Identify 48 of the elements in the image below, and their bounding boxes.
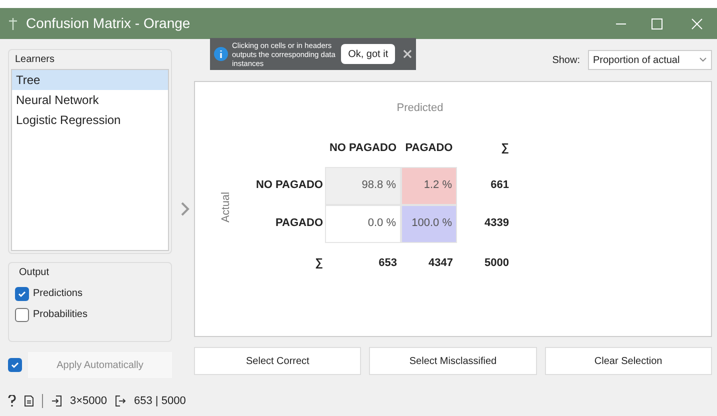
predicted-label: Predicted: [396, 101, 444, 116]
action-button[interactable]: Select Misclassified: [369, 347, 537, 375]
learner-item[interactable]: Neural Network: [12, 90, 168, 110]
matrix-cell[interactable]: 98.8 %: [325, 166, 401, 204]
checkbox-label: Probabilities: [33, 308, 88, 322]
check-icon: [17, 288, 27, 298]
chevron-right-icon[interactable]: [180, 201, 190, 217]
matrix-cell[interactable]: 0.0 %: [325, 204, 401, 242]
column-header[interactable]: PAGADO: [401, 140, 457, 157]
show-label: Show:: [552, 54, 580, 68]
matrix-cell[interactable]: 100.0 %: [401, 204, 457, 242]
column-header[interactable]: NO PAGADO: [325, 140, 401, 157]
column-total: 653: [378, 256, 398, 272]
check-icon: [10, 360, 20, 370]
ok-button[interactable]: Ok, got it: [341, 44, 396, 64]
matrix-cell[interactable]: 1.2 %: [401, 166, 457, 204]
info-icon: [214, 47, 228, 61]
row-header[interactable]: NO PAGADO: [237, 177, 325, 194]
output-summary: 653 | 5000: [134, 394, 186, 409]
row-header[interactable]: PAGADO: [237, 215, 325, 232]
row-total: 4339: [484, 216, 510, 232]
checkbox-label: Predictions: [33, 287, 82, 301]
column-total: 5000: [484, 256, 510, 272]
chevron-down-icon: [699, 57, 707, 63]
maximize-icon[interactable]: [651, 18, 663, 30]
help-icon[interactable]: [8, 395, 16, 407]
output-icon: [115, 395, 126, 407]
checkbox[interactable]: [8, 358, 22, 372]
row-total: 661: [490, 178, 510, 194]
input-summary: 3×5000: [70, 394, 108, 409]
action-button[interactable]: Clear Selection: [544, 347, 712, 375]
group-title: Output: [18, 266, 50, 280]
actual-label: Actual: [218, 192, 233, 223]
show-dropdown[interactable]: Proportion of actual: [588, 50, 712, 70]
window-title: Confusion Matrix - Orange: [26, 14, 190, 33]
learner-item[interactable]: Logistic Regression: [12, 110, 168, 130]
totals-label: ∑: [314, 256, 324, 272]
close-icon[interactable]: [403, 49, 412, 59]
checkbox[interactable]: [15, 308, 29, 322]
column-header[interactable]: ∑: [457, 140, 513, 157]
document-icon[interactable]: [24, 395, 34, 407]
app-icon: [8, 16, 18, 30]
checkbox[interactable]: [15, 286, 29, 300]
learner-item[interactable]: Tree: [12, 70, 168, 90]
input-icon: [51, 395, 62, 407]
group-title: Learners: [14, 53, 56, 67]
column-total: 4347: [428, 256, 454, 272]
action-button[interactable]: Select Correct: [194, 347, 362, 375]
